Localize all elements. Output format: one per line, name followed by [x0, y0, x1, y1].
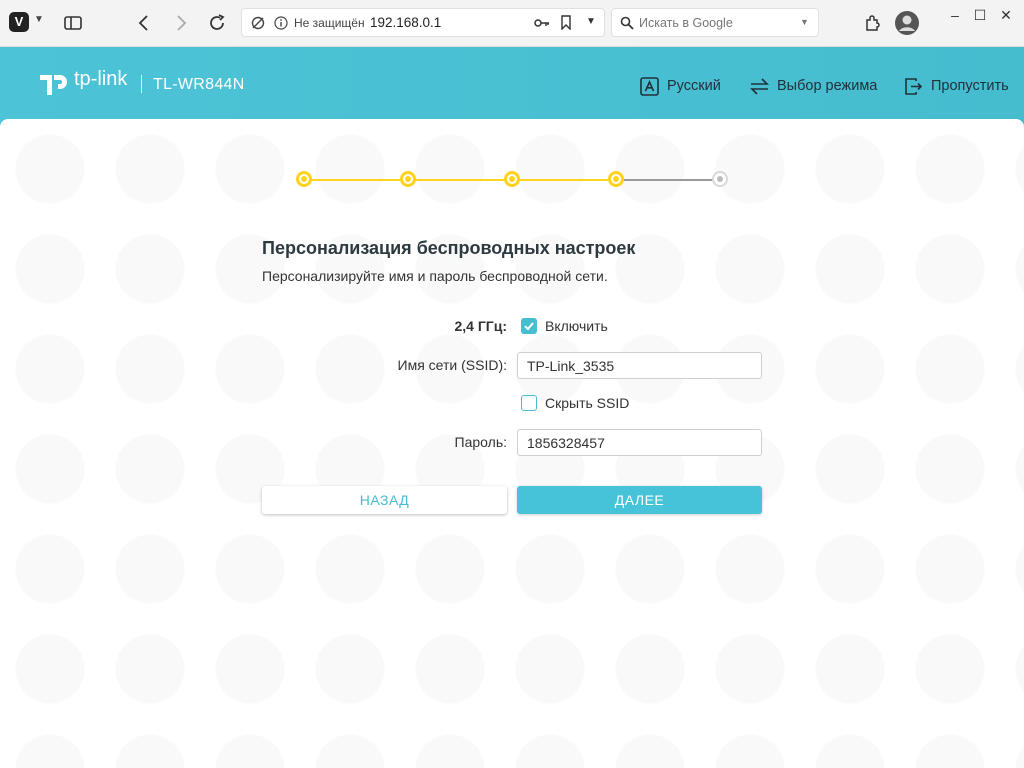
- ssid-label: Имя сети (SSID):: [397, 357, 508, 373]
- forward-icon[interactable]: [170, 12, 192, 34]
- exit-icon: [905, 77, 923, 95]
- search-icon: [620, 16, 634, 30]
- vivaldi-menu-icon[interactable]: V: [9, 12, 29, 32]
- step-4-dot: [608, 171, 624, 187]
- back-icon[interactable]: [133, 12, 155, 34]
- address-dropdown-icon[interactable]: ▼: [586, 16, 596, 27]
- close-icon[interactable]: ✕: [997, 6, 1015, 24]
- ssid-input[interactable]: [517, 352, 762, 379]
- router-header: tp-link TL-WR844N Русский Выбор режима П…: [0, 47, 1024, 127]
- step-5-dot: [712, 171, 728, 187]
- profile-avatar-icon[interactable]: [894, 10, 920, 36]
- back-button[interactable]: НАЗАД: [262, 486, 507, 514]
- language-selector[interactable]: Русский: [640, 75, 721, 97]
- mode-selector[interactable]: Выбор режима: [750, 75, 877, 97]
- key-icon[interactable]: [534, 17, 550, 29]
- tplink-logo-icon: [40, 75, 67, 95]
- skip-label: Пропустить: [931, 78, 1009, 94]
- search-box[interactable]: Искать в Google ▼: [611, 8, 819, 37]
- step-1-dot: [296, 171, 312, 187]
- step-3-dot: [504, 171, 520, 187]
- address-bar[interactable]: Не защищён 192.168.0.1 ▼: [241, 8, 605, 37]
- progress-line-done: [304, 179, 616, 181]
- switch-mode-icon: [750, 77, 769, 95]
- model-name: TL-WR844N: [153, 76, 245, 93]
- page-title: Персонализация беспроводных настроек: [262, 238, 636, 258]
- wizard-progress: [296, 171, 728, 189]
- language-label: Русский: [667, 78, 721, 94]
- password-input[interactable]: [517, 429, 762, 456]
- enable-checkbox[interactable]: [521, 318, 537, 334]
- search-engine-dropdown-icon[interactable]: ▼: [800, 17, 809, 27]
- language-icon: [640, 76, 659, 96]
- skip-button[interactable]: Пропустить: [904, 75, 1009, 97]
- next-button[interactable]: ДАЛЕЕ: [517, 486, 762, 514]
- chevron-down-icon[interactable]: ▼: [34, 14, 44, 25]
- bookmark-icon[interactable]: [560, 15, 572, 30]
- checkmark-icon: [524, 322, 534, 331]
- extensions-icon[interactable]: [862, 12, 884, 34]
- not-secure-icon[interactable]: [250, 15, 266, 31]
- search-placeholder: Искать в Google: [639, 16, 733, 30]
- browser-toolbar: V ▼ Не защищён 192.168.0.1 ▼ Искать в Go…: [0, 0, 1024, 47]
- brand-name: tp-link: [74, 68, 128, 90]
- security-warning-text: Не защищён: [294, 16, 365, 30]
- page-subtitle: Персонализируйте имя и пароль беспроводн…: [262, 268, 608, 284]
- info-icon[interactable]: [274, 16, 288, 30]
- url-text[interactable]: 192.168.0.1: [370, 15, 441, 30]
- brand-divider: [141, 75, 142, 93]
- panel-toggle-icon[interactable]: [62, 12, 84, 34]
- wizard-card: [0, 119, 1024, 768]
- hide-ssid-checkbox[interactable]: [521, 395, 537, 411]
- minimize-icon[interactable]: –: [946, 6, 964, 24]
- step-2-dot: [400, 171, 416, 187]
- mode-label: Выбор режима: [777, 78, 878, 94]
- enable-label[interactable]: Включить: [545, 318, 608, 334]
- password-label: Пароль:: [454, 434, 507, 450]
- maximize-icon[interactable]: ☐: [971, 6, 989, 24]
- progress-line-remaining: [616, 179, 720, 181]
- hide-ssid-label[interactable]: Скрыть SSID: [545, 395, 629, 411]
- reload-icon[interactable]: [206, 12, 228, 34]
- band-label: 2,4 ГГц:: [454, 318, 508, 334]
